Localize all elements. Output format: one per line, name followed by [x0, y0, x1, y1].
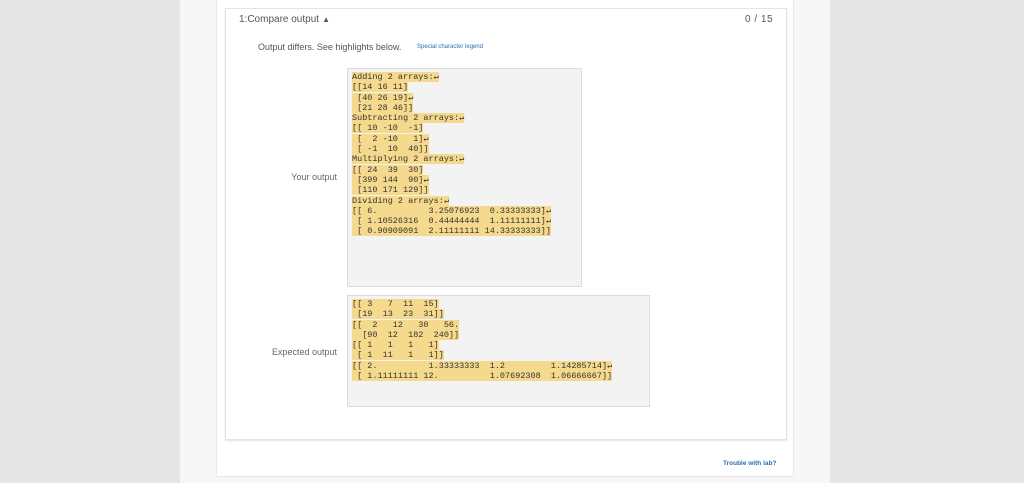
your-output-line: [[ 24 39 30]: [352, 164, 424, 175]
your-output-line: [21 28 46]]: [352, 102, 414, 113]
expected-output-line: [ 1.11111111 12. 1.07692308 1.06666667]]: [352, 371, 613, 382]
expected-output-line: [[ 2. 1.33333333 1.2 1.14285714]↵: [352, 360, 613, 371]
your-output-line: [110 171 129]]: [352, 185, 429, 196]
your-output-line: Subtracting 2 arrays:↵: [352, 113, 465, 124]
output-differs-message: Output differs. See highlights below.: [258, 42, 402, 52]
expected-output-line: [[ 1 1 1 1]: [352, 340, 439, 351]
test-header-toggle[interactable]: 1:Compare output ▲: [239, 14, 330, 25]
expected-output-line: [[ 3 7 11 15]: [352, 299, 439, 309]
special-character-legend-link[interactable]: Special character legend: [417, 44, 483, 50]
expected-output-line: [ 1 11 1 1]]: [352, 350, 444, 361]
your-output-line: [ 2 -10 1]↵: [352, 133, 429, 144]
test-title: 1:Compare output: [239, 14, 320, 25]
trouble-with-lab-link[interactable]: Trouble with lab?: [723, 460, 776, 467]
expected-output-text: [[ 3 7 11 15] [19 13 23 31]] [[ 2 12 30 …: [348, 296, 649, 384]
your-output-line: [40 26 19]↵: [352, 92, 414, 103]
your-output-line: [ 0.90909091 2.11111111 14.33333333]]: [352, 226, 551, 237]
expected-output-box: [[ 3 7 11 15] [19 13 23 31]] [[ 2 12 30 …: [347, 295, 650, 407]
your-output-line: Adding 2 arrays:↵: [352, 72, 439, 82]
your-output-line: [[ 6. 3.25076923 0.33333333]↵: [352, 205, 551, 216]
expected-output-line: [[ 2 12 30 56.: [352, 319, 460, 330]
your-output-box: Adding 2 arrays:↵ [[14 16 11] [40 26 19]…: [347, 68, 582, 287]
your-output-line: [ -1 10 40]]: [352, 144, 429, 155]
your-output-line: [ 1.10526316 0.44444444 1.11111111]↵: [352, 216, 551, 227]
your-output-line: [[ 10 -10 -1]: [352, 123, 424, 134]
test-score: 0 / 15: [745, 14, 774, 25]
your-output-label: Your output: [291, 172, 337, 182]
expected-output-line: [19 13 23 31]]: [352, 309, 444, 320]
expected-output-label: Expected output: [271, 347, 337, 357]
your-output-line: [399 144 90]↵: [352, 174, 429, 185]
expected-output-line: [90 12 182 240]]: [352, 329, 460, 340]
your-output-line: [[14 16 11]: [352, 82, 409, 93]
your-output-text: Adding 2 arrays:↵ [[14 16 11] [40 26 19]…: [348, 69, 581, 240]
your-output-line: Dividing 2 arrays:↵: [352, 195, 449, 206]
chevron-up-icon: ▲: [322, 15, 330, 24]
your-output-line: Multiplying 2 arrays:↵: [352, 154, 465, 165]
